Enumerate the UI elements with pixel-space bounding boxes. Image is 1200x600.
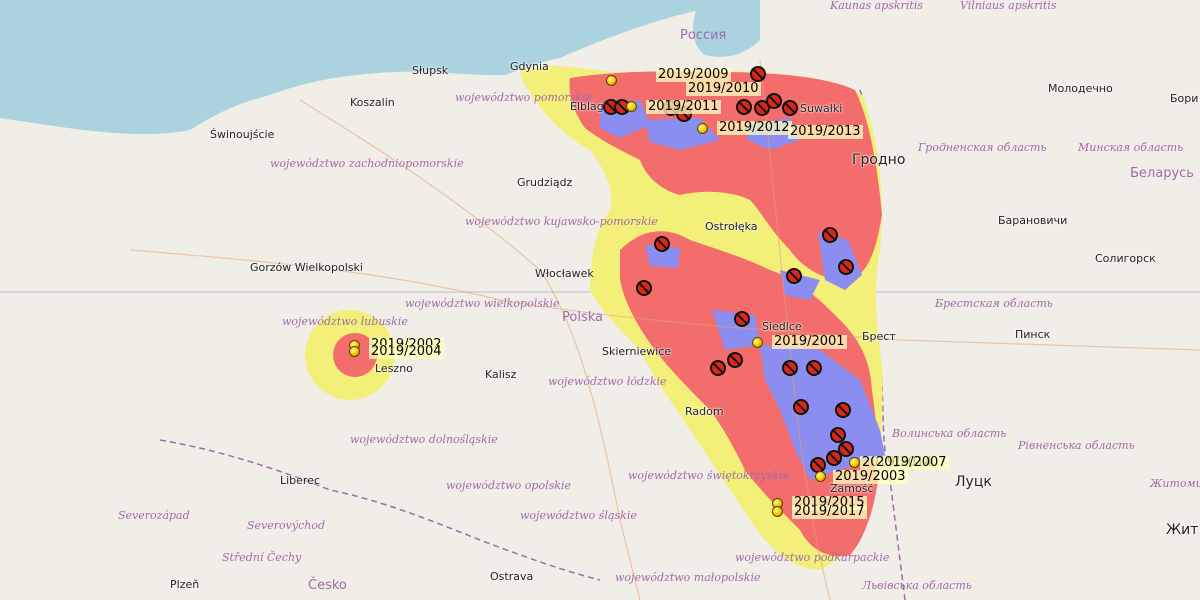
- region-podkarpackie: województwo podkarpackie: [735, 551, 890, 564]
- region-severovychod: Severovýchod: [247, 519, 325, 532]
- outbreak-label: 2019/2009: [656, 67, 731, 82]
- city-plzen: Plzeň: [170, 578, 200, 591]
- city-molodechno: Молодечно: [1048, 82, 1113, 95]
- outbreak-label: 2019/2011: [646, 99, 721, 114]
- region-zachodniopomorskie: województwo zachodniopomorskie: [270, 157, 464, 170]
- region-slaskie: województwo śląskie: [520, 509, 637, 522]
- restriction-icon[interactable]: [793, 399, 809, 415]
- region-lubuskie: województwo lubuskie: [282, 315, 408, 328]
- outbreak-label: 2019/2017: [792, 504, 867, 519]
- region-lodzkie: województwo łódzkie: [548, 375, 667, 388]
- outbreak-label: 2019/2003: [833, 469, 908, 484]
- outbreak-pin[interactable]: [849, 457, 860, 468]
- restriction-icon[interactable]: [750, 66, 766, 82]
- city-kalisz: Kalisz: [485, 368, 517, 381]
- outbreak-label: 2019/2004: [369, 344, 444, 359]
- restriction-icon[interactable]: [782, 100, 798, 116]
- region-lviv: Львівська область: [862, 579, 972, 592]
- restriction-icon[interactable]: [822, 227, 838, 243]
- region-brest-oblast: Брестская область: [935, 297, 1053, 310]
- region-wielkopolskie: województwo wielkopolskie: [405, 297, 560, 310]
- outbreak-label: 2019/2010: [686, 81, 761, 96]
- region-stredni-cechy: Střední Čechy: [222, 551, 302, 564]
- restriction-icon[interactable]: [835, 402, 851, 418]
- country-belarus: Беларусь: [1130, 166, 1194, 181]
- restriction-icon[interactable]: [727, 352, 743, 368]
- city-pinsk: Пинск: [1015, 328, 1051, 341]
- outbreak-label: 2019/2012: [717, 120, 792, 135]
- region-minsk-oblast: Минская область: [1078, 141, 1184, 154]
- city-brest: Брест: [862, 330, 896, 343]
- city-liberec: Liberec: [280, 474, 321, 487]
- outbreak-pin[interactable]: [349, 346, 360, 357]
- city-suwalki: Suwałki: [800, 102, 843, 115]
- city-grudziadz: Grudziądz: [517, 176, 573, 189]
- country-poland: Polska: [562, 310, 603, 325]
- restriction-icon[interactable]: [782, 360, 798, 376]
- city-swinoujscie: Świnoujście: [210, 128, 275, 141]
- city-grodno: Гродно: [852, 152, 906, 168]
- region-rivne: Рівненська область: [1018, 439, 1135, 452]
- outbreak-pin[interactable]: [606, 75, 617, 86]
- restriction-icon[interactable]: [734, 311, 750, 327]
- city-ostroleka: Ostrołęka: [705, 220, 758, 233]
- city-slupsk: Słupsk: [412, 64, 449, 77]
- city-wloclawek: Włocławek: [535, 267, 594, 280]
- city-koszalin: Koszalin: [350, 96, 395, 109]
- restriction-icon[interactable]: [654, 236, 670, 252]
- outbreak-pin[interactable]: [752, 337, 763, 348]
- region-vilnius: Vilniaus apskritis: [960, 0, 1057, 12]
- restriction-icon[interactable]: [826, 450, 842, 466]
- city-ostrava: Ostrava: [490, 570, 534, 583]
- region-pomorskie: województwo pomorskie: [455, 91, 593, 104]
- restriction-icon[interactable]: [766, 93, 782, 109]
- country-russia: Россия: [680, 28, 727, 43]
- region-swietokrzyskie: województwo świętokrzyskie: [628, 469, 790, 482]
- city-soligorsk: Солигорск: [1095, 252, 1156, 265]
- city-skierniewice: Skierniewice: [602, 345, 672, 358]
- city-gdynia: Gdynia: [510, 60, 549, 73]
- city-lutsk: Луцк: [955, 474, 992, 490]
- region-volyn: Волинська область: [892, 427, 1007, 440]
- city-baranovichi: Барановичи: [998, 214, 1068, 227]
- outbreak-pin[interactable]: [815, 471, 826, 482]
- outbreak-label: 2019/2007: [874, 455, 949, 470]
- outbreak-pin[interactable]: [697, 123, 708, 134]
- restriction-icon[interactable]: [806, 360, 822, 376]
- outbreak-label: 2019/2013: [788, 124, 863, 139]
- country-czechia: Česko: [308, 578, 347, 593]
- outbreak-label: 2019/2001: [772, 334, 847, 349]
- region-grodno-oblast: Гродненская область: [918, 141, 1047, 154]
- city-siedlce: Siedlce: [762, 320, 802, 333]
- region-opolskie: województwo opolskie: [446, 479, 571, 492]
- outbreak-pin[interactable]: [772, 506, 783, 517]
- outbreak-pin[interactable]: [626, 101, 637, 112]
- city-zhyt: Жит: [1166, 522, 1199, 538]
- region-dolnoslaskie: województwo dolnośląskie: [350, 433, 498, 446]
- city-bori: Бори: [1170, 92, 1199, 105]
- city-leszno: Leszno: [375, 362, 413, 375]
- restriction-icon[interactable]: [838, 259, 854, 275]
- restriction-icon[interactable]: [710, 360, 726, 376]
- city-gorzow: Gorzów Wielkopolski: [250, 261, 363, 274]
- restriction-icon[interactable]: [736, 99, 752, 115]
- region-kujawsko-pomorskie: województwo kujawsko-pomorskie: [465, 215, 658, 228]
- region-zhytomyr: Житомирська: [1150, 477, 1200, 490]
- map-canvas[interactable]: Słupsk Gdynia Koszalin Świnoujście Elbla…: [0, 0, 1200, 600]
- region-malopolskie: województwo małopolskie: [615, 571, 761, 584]
- restriction-icon[interactable]: [786, 268, 802, 284]
- region-severozapad: Severozápad: [118, 509, 190, 522]
- region-kaunas: Kaunas apskritis: [830, 0, 923, 12]
- restriction-icon[interactable]: [636, 280, 652, 296]
- city-radom: Radom: [685, 405, 724, 418]
